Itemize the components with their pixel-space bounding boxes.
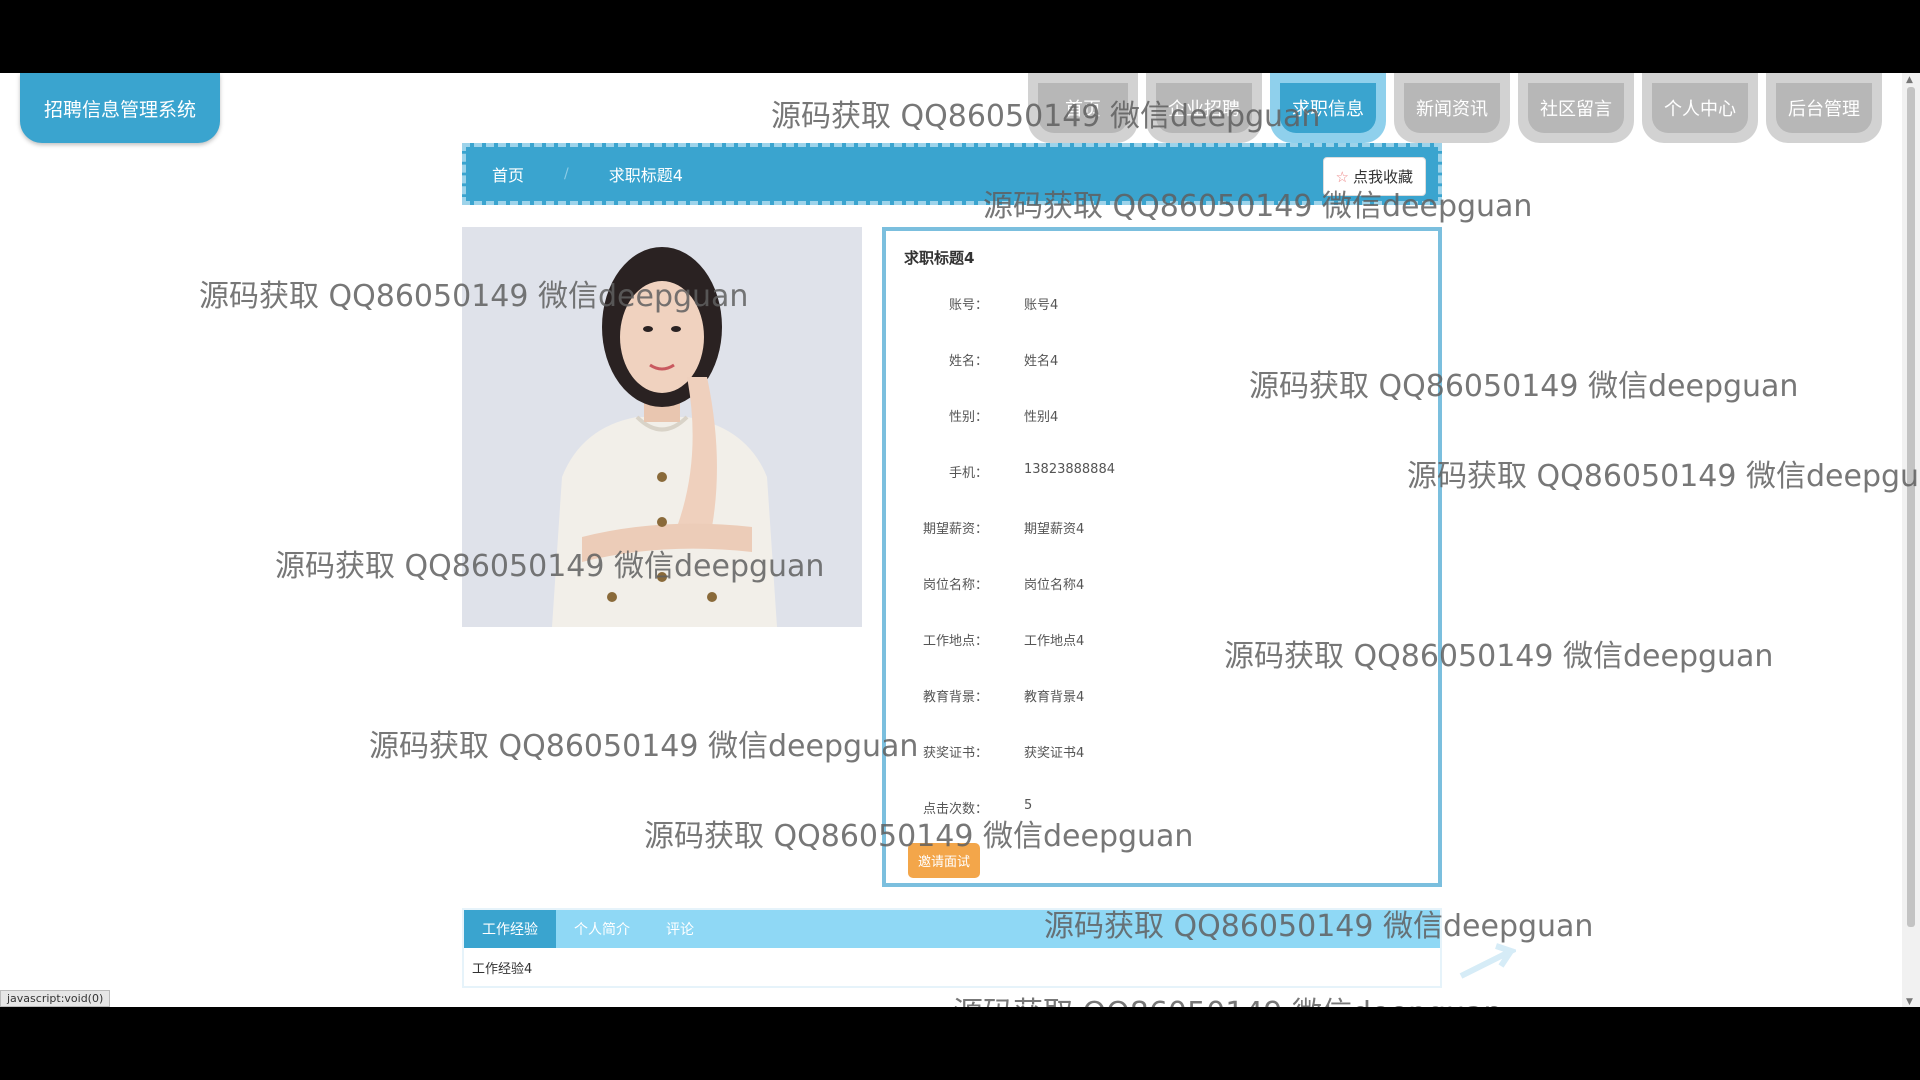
tab-comments[interactable]: 评论: [648, 910, 712, 948]
nav-news-label: 新闻资讯: [1404, 83, 1500, 133]
field-value: 姓名4: [1024, 354, 1059, 369]
field-value: 工作地点4: [1024, 634, 1085, 649]
status-bar-url: javascript:void(0): [0, 990, 111, 1007]
tab-work-experience[interactable]: 工作经验: [464, 910, 556, 948]
detail-row-name: 姓名： 姓名4: [886, 350, 1438, 374]
tab-content: 工作经验4: [472, 962, 533, 977]
nav-company-jobs[interactable]: 企业招聘: [1146, 73, 1262, 143]
field-label: 性别：: [948, 410, 988, 425]
field-value: 5: [1024, 798, 1033, 813]
field-value: 账号4: [1024, 298, 1059, 313]
nav-admin[interactable]: 后台管理: [1766, 73, 1882, 143]
browser-viewport: 招聘信息管理系统 首页 企业招聘 求职信息 新闻资讯 社区留言 个人中心 后台管…: [0, 73, 1920, 1007]
profile-photo: [462, 227, 862, 627]
invite-interview-button[interactable]: 邀请面试: [908, 843, 981, 878]
tab-personal-intro[interactable]: 个人简介: [556, 910, 648, 948]
breadcrumb-separator: /: [564, 166, 569, 182]
info-tabs: 工作经验 个人简介 评论 工作经验4: [462, 908, 1442, 988]
favorite-button[interactable]: ☆ 点我收藏: [1322, 157, 1426, 196]
detail-row-gender: 性别： 性别4: [886, 406, 1438, 430]
page-scrollbar[interactable]: ▲ ▼: [1902, 73, 1920, 1007]
field-value: 教育背景4: [1024, 690, 1085, 705]
nav-job-seeking[interactable]: 求职信息: [1270, 73, 1386, 143]
field-value: 获奖证书4: [1024, 746, 1085, 761]
nav-news[interactable]: 新闻资讯: [1394, 73, 1510, 143]
field-label: 手机：: [948, 466, 988, 481]
nav-community-label: 社区留言: [1528, 83, 1624, 133]
site-logo[interactable]: 招聘信息管理系统: [20, 73, 220, 143]
scroll-up-icon[interactable]: ▲: [1906, 75, 1913, 85]
detail-row-salary: 期望薪资： 期望薪资4: [886, 518, 1438, 542]
field-label: 工作地点：: [922, 634, 988, 649]
nav-personal-center-label: 个人中心: [1652, 83, 1748, 133]
field-value: 岗位名称4: [1024, 578, 1085, 593]
field-value: 期望薪资4: [1024, 522, 1085, 537]
field-label: 教育背景：: [922, 690, 988, 705]
field-label: 姓名：: [948, 354, 988, 369]
field-value: 13823888884: [1024, 462, 1115, 477]
detail-row-education: 教育背景： 教育背景4: [886, 686, 1438, 710]
watermark: 源码获取 QQ86050149 微信deepguan: [1407, 459, 1920, 494]
detail-row-position: 岗位名称： 岗位名称4: [886, 574, 1438, 598]
tab-bar: 工作经验 个人简介 评论: [464, 910, 1440, 948]
nav-home-label: 首页: [1038, 83, 1128, 133]
detail-row-location: 工作地点： 工作地点4: [886, 630, 1438, 654]
watermark: 源码获取 QQ86050149 微信deepguan: [369, 729, 919, 764]
field-label: 岗位名称：: [922, 578, 988, 593]
profile-photo-illustration: [462, 227, 862, 627]
nav-job-seeking-label: 求职信息: [1280, 83, 1376, 133]
scrollbar-thumb[interactable]: [1907, 87, 1915, 927]
field-label: 期望薪资：: [922, 522, 988, 537]
breadcrumb-current: 求职标题4: [608, 166, 683, 185]
back-to-top-icon[interactable]: [1456, 941, 1516, 981]
detail-row-account: 账号： 账号4: [886, 294, 1438, 318]
watermark: 源码获取 QQ86050149 微信deepguan: [953, 988, 1502, 1007]
nav-home[interactable]: 首页: [1028, 73, 1138, 143]
main-nav: 首页 企业招聘 求职信息 新闻资讯 社区留言 个人中心 后台管理: [1028, 73, 1882, 143]
breadcrumb-home[interactable]: 首页: [492, 162, 524, 186]
breadcrumb: 首页 / 求职标题4 ☆ 点我收藏: [462, 143, 1442, 205]
field-value: 性别4: [1024, 410, 1059, 425]
detail-row-clicks: 点击次数： 5: [886, 798, 1438, 822]
job-seeker-detail-panel: 求职标题4 账号： 账号4 姓名： 姓名4 性别： 性别4 手机： 1382388888…: [882, 227, 1442, 887]
detail-title: 求职标题4: [904, 249, 975, 267]
detail-row-phone: 手机： 13823888884: [886, 462, 1438, 486]
nav-personal-center[interactable]: 个人中心: [1642, 73, 1758, 143]
nav-community[interactable]: 社区留言: [1518, 73, 1634, 143]
field-label: 获奖证书：: [922, 746, 988, 761]
field-label: 点击次数：: [922, 802, 988, 817]
nav-company-jobs-label: 企业招聘: [1156, 83, 1252, 133]
scroll-down-icon[interactable]: ▼: [1906, 997, 1913, 1007]
favorite-button-label: 点我收藏: [1352, 168, 1413, 186]
nav-admin-label: 后台管理: [1776, 83, 1872, 133]
field-label: 账号：: [948, 298, 988, 313]
detail-row-certificates: 获奖证书： 获奖证书4: [886, 742, 1438, 766]
star-icon: ☆: [1335, 167, 1349, 186]
